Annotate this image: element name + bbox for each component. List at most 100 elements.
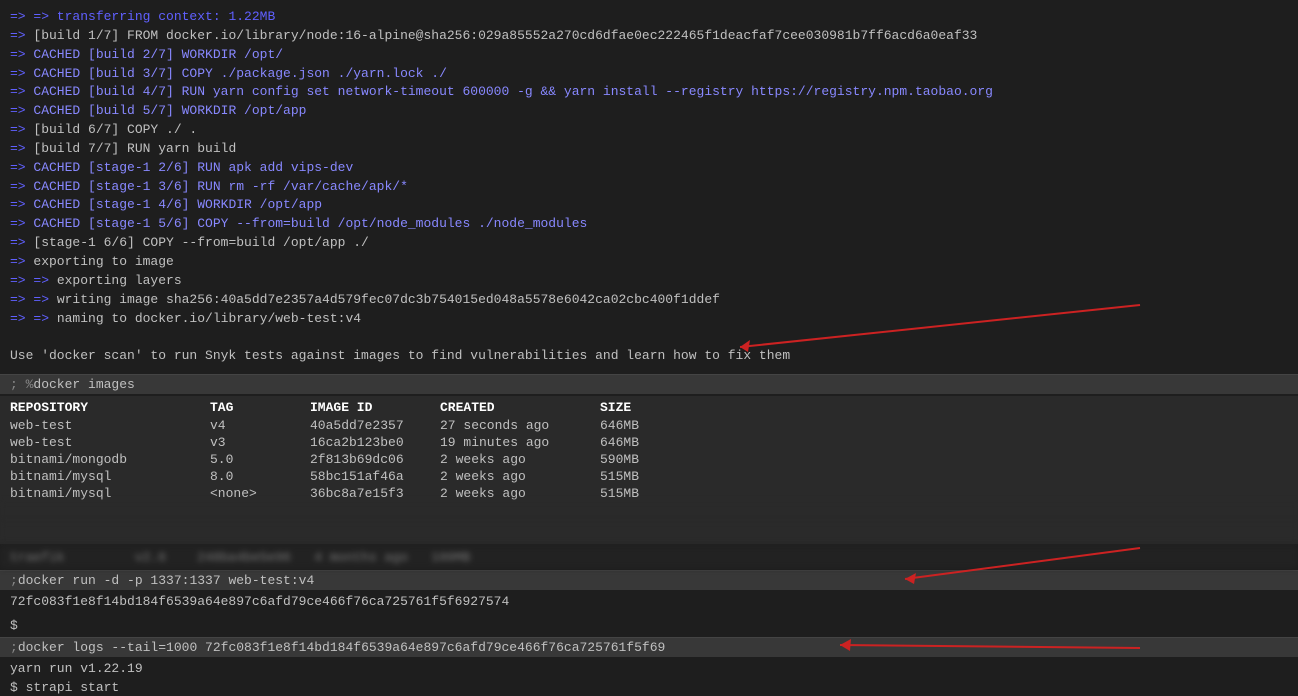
arrow-prefix-14: => xyxy=(10,253,33,272)
line-6-text: CACHED [build 5/7] WORKDIR /opt/app xyxy=(33,102,306,121)
repo-5: bitnami/mysql xyxy=(10,486,210,501)
line-14-text: exporting to image xyxy=(33,253,173,272)
docker-run-command: docker run -d -p 1337:1337 web-test:v4 xyxy=(18,573,314,588)
line-7-text: [build 6/7] COPY ./ . xyxy=(33,121,197,140)
table-row-blurred2 xyxy=(0,522,1298,542)
arrow-prefix-8: => xyxy=(10,140,33,159)
arrow-prefix-5: => xyxy=(10,83,33,102)
prompt-prefix-2: ; xyxy=(10,573,18,588)
line-1: => => transferring context: 1.22MB xyxy=(10,8,1288,27)
line-16: => => writing image sha256:40a5dd7e2357a… xyxy=(10,291,1288,310)
blank-cursor: $ xyxy=(10,618,18,633)
line-10: => CACHED [stage-1 3/6] RUN rm -rf /var/… xyxy=(10,178,1288,197)
tag-1: v4 xyxy=(210,418,310,433)
line-5-text: CACHED [build 4/7] RUN yarn config set n… xyxy=(33,83,993,102)
line-2: => [build 1/7] FROM docker.io/library/no… xyxy=(10,27,1288,46)
arrow-prefix-10: => xyxy=(10,178,33,197)
line-17-text: naming to docker.io/library/web-test:v4 xyxy=(57,310,361,329)
repo-4: bitnami/mysql xyxy=(10,469,210,484)
blurred-section-mid: traefik v2.6 248ba4be5e96 4 months ago 1… xyxy=(0,546,1298,568)
line-15: => => exporting layers xyxy=(10,272,1288,291)
created-5: 2 weeks ago xyxy=(440,486,600,501)
id-3: 2f813b69dc06 xyxy=(310,452,440,467)
snyk-line: Use 'docker scan' to run Snyk tests agai… xyxy=(10,347,1288,366)
snyk-text: Use 'docker scan' to run Snyk tests agai… xyxy=(10,347,790,366)
line-5: => CACHED [build 4/7] RUN yarn config se… xyxy=(10,83,1288,102)
arrow-prefix-16: => xyxy=(10,291,33,310)
line-2-text: [build 1/7] FROM docker.io/library/node:… xyxy=(33,27,977,46)
strapi-start-line: $ strapi start xyxy=(10,679,1288,696)
table-header-row: REPOSITORY TAG IMAGE ID CREATED SIZE xyxy=(0,398,1298,417)
created-3: 2 weeks ago xyxy=(440,452,600,467)
arrow-prefix-17: => xyxy=(10,310,33,329)
dollar-sign: $ xyxy=(10,679,26,696)
line-3-text: CACHED [build 2/7] WORKDIR /opt/ xyxy=(33,46,283,65)
line-11-text: CACHED [stage-1 4/6] WORKDIR /opt/app xyxy=(33,196,322,215)
arrow-prefix-3: => xyxy=(10,46,33,65)
prompt-prefix-1: ; % xyxy=(10,377,33,392)
tag-3: 5.0 xyxy=(210,452,310,467)
id-2: 16ca2b123be0 xyxy=(310,435,440,450)
tag-2: v3 xyxy=(210,435,310,450)
line-17: => => naming to docker.io/library/web-te… xyxy=(10,310,1288,329)
docker-images-table: REPOSITORY TAG IMAGE ID CREATED SIZE web… xyxy=(0,396,1298,544)
line-9-text: CACHED [stage-1 2/6] RUN apk add vips-de… xyxy=(33,159,353,178)
line-1-text: => transferring context: 1.22MB xyxy=(33,8,275,27)
yarn-run-line: yarn run v1.22.19 xyxy=(10,660,1288,679)
size-2: 646MB xyxy=(600,435,680,450)
line-6: => CACHED [build 5/7] WORKDIR /opt/app xyxy=(10,102,1288,121)
repo-3: bitnami/mongodb xyxy=(10,452,210,467)
terminal-content: => => transferring context: 1.22MB => [b… xyxy=(0,0,1298,374)
yarn-run-text: yarn run v1.22.19 xyxy=(10,660,143,679)
blank-prompt-line: $ xyxy=(0,615,1298,637)
line-8: => [build 7/7] RUN yarn build xyxy=(10,140,1288,159)
line-3: => CACHED [build 2/7] WORKDIR /opt/ xyxy=(10,46,1288,65)
size-3: 590MB xyxy=(600,452,680,467)
table-row: bitnami/mysql 8.0 58bc151af46a 2 weeks a… xyxy=(0,468,1298,485)
line-11: => CACHED [stage-1 4/6] WORKDIR /opt/app xyxy=(10,196,1288,215)
arrow-prefix-7: => xyxy=(10,121,33,140)
bottom-output: yarn run v1.22.19 $ strapi start xyxy=(0,657,1298,696)
tag-5: <none> xyxy=(210,486,310,501)
col-header-repository: REPOSITORY xyxy=(10,400,210,415)
line-8-text: [build 7/7] RUN yarn build xyxy=(33,140,236,159)
id-5: 36bc8a7e15f3 xyxy=(310,486,440,501)
created-4: 2 weeks ago xyxy=(440,469,600,484)
table-row: web-test v3 16ca2b123be0 19 minutes ago … xyxy=(0,434,1298,451)
table-row-blurred xyxy=(0,502,1298,522)
id-1: 40a5dd7e2357 xyxy=(310,418,440,433)
container-id-line: 72fc083f1e8f14bd184f6539a64e897c6afd79ce… xyxy=(10,593,1288,612)
tag-4: 8.0 xyxy=(210,469,310,484)
line-16-text: writing image sha256:40a5dd7e2357a4d579f… xyxy=(57,291,720,310)
line-12-text: CACHED [stage-1 5/6] COPY --from=build /… xyxy=(33,215,587,234)
line-15-text: exporting layers xyxy=(57,272,182,291)
size-5: 515MB xyxy=(600,486,680,501)
repo-1: web-test xyxy=(10,418,210,433)
blurred-traefik-row: traefik v2.6 248ba4be5e96 4 months ago 1… xyxy=(10,550,470,565)
line-13-text: [stage-1 6/6] COPY --from=build /opt/app… xyxy=(33,234,368,253)
arrow-prefix-15: => xyxy=(10,272,33,291)
created-1: 27 seconds ago xyxy=(440,418,600,433)
arrow-prefix-15b: => xyxy=(33,272,56,291)
arrow-prefix-4: => xyxy=(10,65,33,84)
docker-logs-prompt: ; docker logs --tail=1000 72fc083f1e8f14… xyxy=(0,637,1298,657)
arrow-prefix-13: => xyxy=(10,234,33,253)
docker-images-prompt: ; % docker images xyxy=(0,374,1298,394)
col-header-imageid: IMAGE ID xyxy=(310,400,440,415)
docker-run-prompt: ; docker run -d -p 1337:1337 web-test:v4 xyxy=(0,570,1298,590)
line-12: => CACHED [stage-1 5/6] COPY --from=buil… xyxy=(10,215,1288,234)
line-13: => [stage-1 6/6] COPY --from=build /opt/… xyxy=(10,234,1288,253)
col-header-created: CREATED xyxy=(440,400,600,415)
container-id-section: 72fc083f1e8f14bd184f6539a64e897c6afd79ce… xyxy=(0,590,1298,615)
arrow-prefix-11: => xyxy=(10,196,33,215)
arrow-prefix-9: => xyxy=(10,159,33,178)
arrow-prefix-12: => xyxy=(10,215,33,234)
arrow-prefix-2: => xyxy=(10,27,33,46)
arrow-prefix-17b: => xyxy=(33,310,56,329)
col-header-tag: TAG xyxy=(210,400,310,415)
id-4: 58bc151af46a xyxy=(310,469,440,484)
col-header-size: SIZE xyxy=(600,400,680,415)
table-row: bitnami/mongodb 5.0 2f813b69dc06 2 weeks… xyxy=(0,451,1298,468)
line-4-text: CACHED [build 3/7] COPY ./package.json .… xyxy=(33,65,446,84)
line-10-text: CACHED [stage-1 3/6] RUN rm -rf /var/cac… xyxy=(33,178,407,197)
